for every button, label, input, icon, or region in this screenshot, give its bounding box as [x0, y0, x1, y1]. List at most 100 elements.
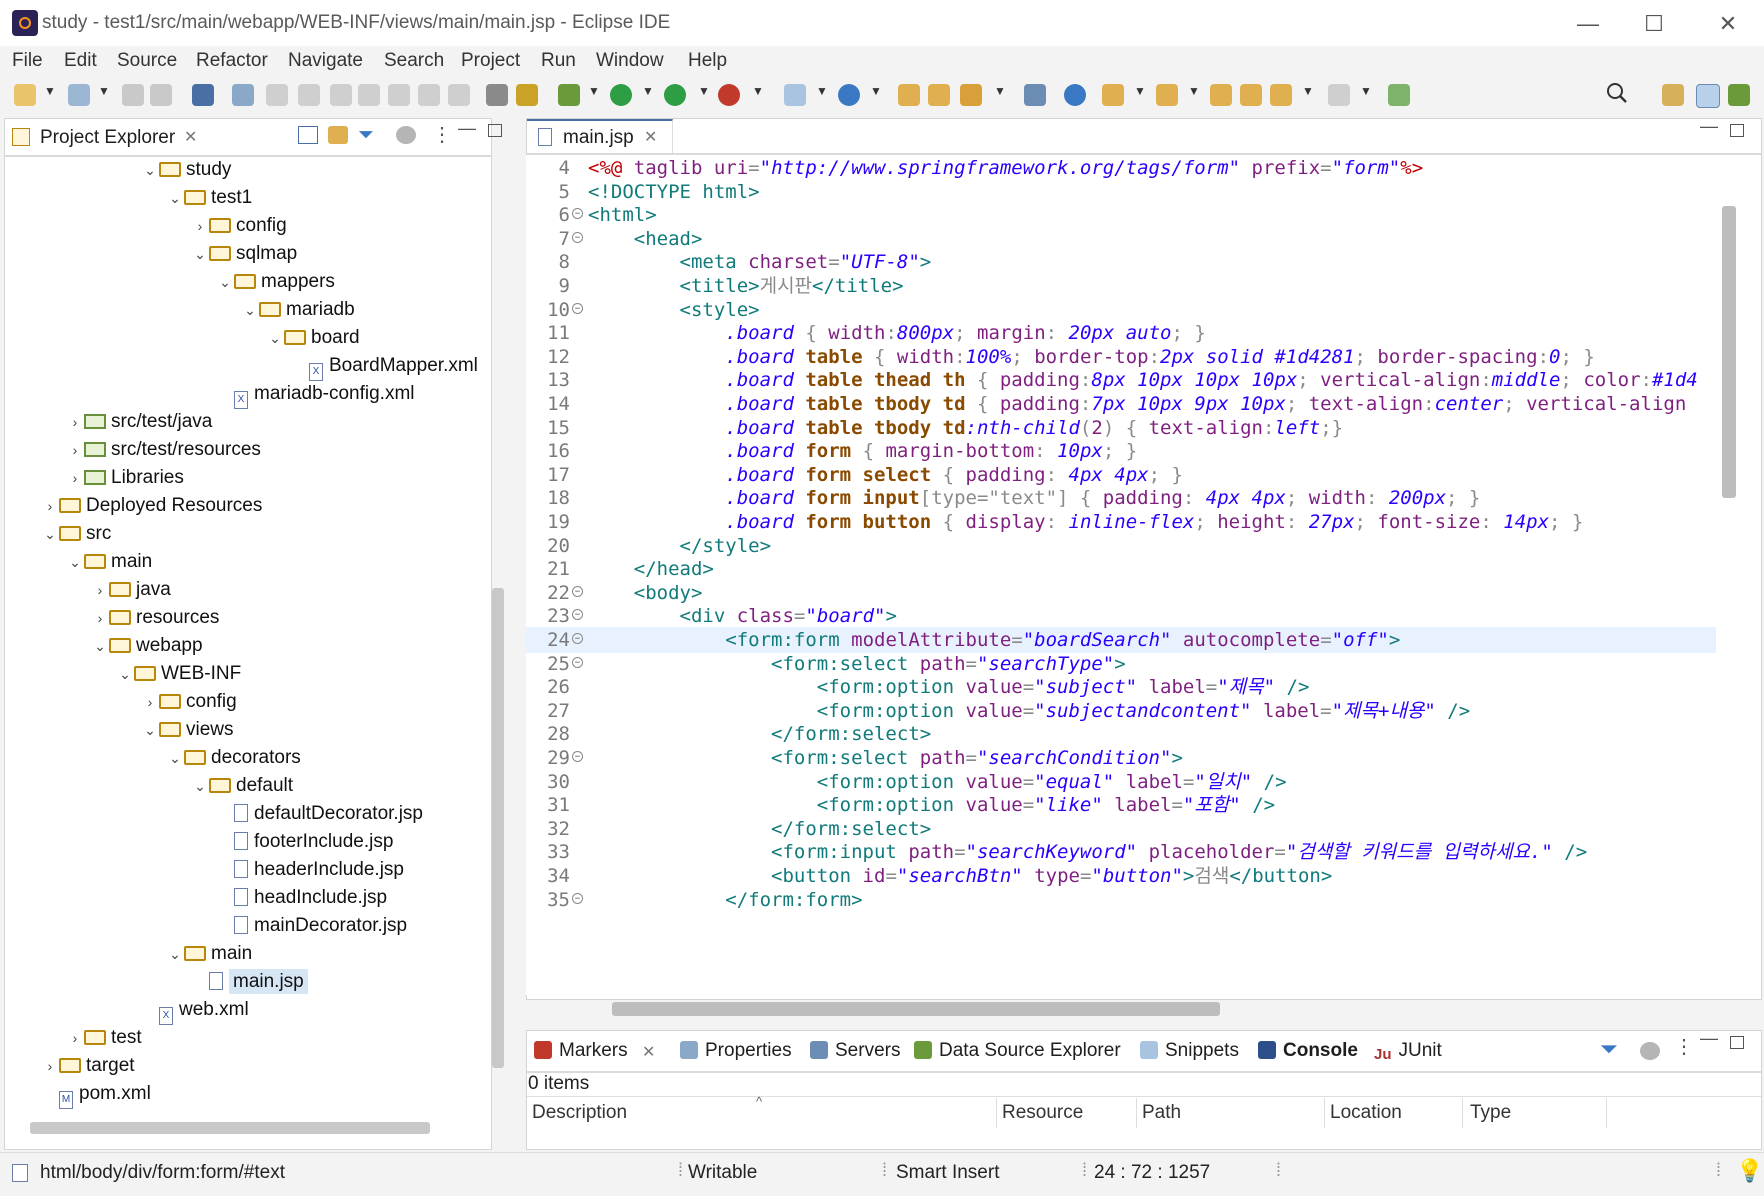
fold-toggle-icon[interactable]: − [572, 633, 583, 644]
perspective-debug-icon[interactable] [1728, 84, 1750, 106]
column-path[interactable]: Path [1142, 1102, 1181, 1124]
tree-item[interactable]: › Libraries [6, 464, 490, 492]
search-icon[interactable] [1606, 82, 1628, 104]
tree-item[interactable]: ⌄ study [6, 156, 490, 184]
chevron-down-icon[interactable]: ▼ [816, 84, 828, 98]
code-line[interactable]: 7− <head> [526, 226, 1716, 252]
code-line[interactable]: 12 .board table { width:100%; border-top… [526, 344, 1716, 370]
chevron-down-icon[interactable]: ▼ [1360, 84, 1372, 98]
terminal-icon[interactable] [192, 84, 214, 106]
tree-item[interactable]: headerInclude.jsp [6, 856, 490, 884]
save-icon[interactable] [122, 84, 144, 106]
fold-toggle-icon[interactable]: − [572, 751, 583, 762]
close-markers-tab-icon[interactable]: ✕ [642, 1042, 655, 1062]
code-line[interactable]: 15 .board table tbody td:nth-child(2) { … [526, 415, 1716, 441]
chevron-down-icon[interactable]: ▼ [1302, 84, 1314, 98]
tree-item[interactable]: ⌄ main [6, 548, 490, 576]
maximize-button[interactable]: ☐ [1626, 6, 1682, 42]
chevron-right-icon[interactable]: › [141, 688, 159, 716]
code-line[interactable]: 16 .board form { margin-bottom: 10px; } [526, 438, 1716, 464]
chevron-right-icon[interactable]: › [66, 408, 84, 436]
filter-icon[interactable]: ⏷ [1600, 1036, 1618, 1062]
tree-item[interactable]: ⌄ webapp [6, 632, 490, 660]
coverage-icon[interactable] [664, 84, 686, 106]
code-line[interactable]: 24− <form:form modelAttribute="boardSear… [526, 627, 1716, 653]
collapse-all-icon[interactable] [298, 126, 318, 144]
disconnect-icon[interactable] [358, 84, 380, 106]
open-type-icon[interactable] [898, 84, 920, 106]
code-line[interactable]: 9 <title>게시판</title> [526, 273, 1716, 299]
code-line[interactable]: 8 <meta charset="UTF-8"> [526, 249, 1716, 275]
tree-item[interactable]: mainDecorator.jsp [6, 912, 490, 940]
editor-horizontal-scrollbar[interactable] [612, 1002, 1220, 1016]
tree-item[interactable]: ⌄ decorators [6, 744, 490, 772]
chevron-down-icon[interactable]: ▼ [1134, 84, 1146, 98]
chevron-down-icon[interactable]: ▼ [588, 84, 600, 98]
code-line[interactable]: 27 <form:option value="subjectandcontent… [526, 698, 1716, 724]
step-return-icon[interactable] [448, 84, 470, 106]
tree-item[interactable]: › config [6, 688, 490, 716]
code-line[interactable]: 17 .board form select { padding: 4px 4px… [526, 462, 1716, 488]
code-line[interactable]: 26 <form:option value="subject" label="제… [526, 674, 1716, 700]
chevron-right-icon[interactable]: › [41, 1052, 59, 1080]
menu-navigate[interactable]: Navigate [288, 50, 363, 72]
menu-source[interactable]: Source [117, 50, 177, 72]
tree-item[interactable]: ⌄ src [6, 520, 490, 548]
chevron-down-icon[interactable]: ⌄ [66, 548, 84, 576]
terminate-icon[interactable] [330, 84, 352, 106]
menu-project[interactable]: Project [461, 50, 520, 72]
tip-lightbulb-icon[interactable]: 💡 [1736, 1158, 1763, 1184]
tree-vertical-scrollbar[interactable] [492, 588, 504, 1068]
tree-horizontal-scrollbar[interactable] [30, 1122, 430, 1134]
step-over-icon[interactable] [418, 84, 440, 106]
chevron-down-icon[interactable]: ⌄ [91, 632, 109, 660]
external-tools-icon[interactable] [718, 84, 740, 106]
chevron-down-icon[interactable]: ▼ [870, 84, 882, 98]
chevron-down-icon[interactable]: ⌄ [166, 184, 184, 212]
debug-icon[interactable] [558, 84, 580, 106]
chevron-down-icon[interactable]: ▼ [642, 84, 654, 98]
code-line[interactable]: 21 </head> [526, 556, 1716, 582]
close-editor-tab-icon[interactable]: ✕ [644, 127, 657, 147]
code-line[interactable]: 14 .board table tbody td { padding:7px 1… [526, 391, 1716, 417]
perspective-open-icon[interactable] [1662, 84, 1684, 106]
chevron-down-icon[interactable]: ⌄ [241, 296, 259, 324]
code-line[interactable]: 10− <style> [526, 297, 1716, 323]
chevron-down-icon[interactable]: ⌄ [41, 520, 59, 548]
globe-icon[interactable] [1064, 84, 1086, 106]
chevron-down-icon[interactable]: ⌄ [166, 744, 184, 772]
tree-item[interactable]: ⌄ default [6, 772, 490, 800]
chevron-down-icon[interactable]: ▼ [98, 84, 110, 98]
code-line[interactable]: 22− <body> [526, 580, 1716, 606]
code-line[interactable]: 19 .board form button { display: inline-… [526, 509, 1716, 535]
fold-toggle-icon[interactable]: − [572, 302, 583, 314]
minimize-view-icon[interactable]: — [458, 118, 476, 139]
chevron-right-icon[interactable]: › [66, 1024, 84, 1052]
tree-item[interactable]: › test [6, 1024, 490, 1052]
forward-icon[interactable] [1328, 84, 1350, 106]
project-explorer-tab[interactable]: Project Explorer [40, 127, 175, 149]
last-edit-icon[interactable] [1210, 84, 1232, 106]
code-line[interactable]: 13 .board table thead th { padding:8px 1… [526, 367, 1716, 393]
code-line[interactable]: 28 </form:select> [526, 721, 1716, 747]
step-into-icon[interactable] [388, 84, 410, 106]
tree-item[interactable]: › Deployed Resources [6, 492, 490, 520]
code-line[interactable]: 20 </style> [526, 533, 1716, 559]
menu-edit[interactable]: Edit [64, 50, 97, 72]
run-icon[interactable] [610, 84, 632, 106]
console-tab[interactable]: Console [1258, 1040, 1358, 1062]
deploy-icon[interactable] [1024, 84, 1046, 106]
tree-item[interactable]: Xweb.xml [6, 996, 490, 1025]
back-icon[interactable] [1270, 84, 1292, 106]
chevron-down-icon[interactable]: ▼ [698, 84, 710, 98]
tree-item[interactable]: ⌄ mappers [6, 268, 490, 296]
editor-vertical-scrollbar[interactable] [1722, 206, 1736, 498]
code-line[interactable]: 34 <button id="searchBtn" type="button">… [526, 863, 1716, 889]
editor-tab-label[interactable]: main.jsp [563, 127, 634, 149]
fold-toggle-icon[interactable]: − [572, 609, 583, 621]
code-line[interactable]: 29− <form:select path="searchCondition"> [526, 745, 1716, 771]
back-history-icon[interactable] [1240, 84, 1262, 106]
code-line[interactable]: 11 .board { width:800px; margin: 20px au… [526, 320, 1716, 346]
code-area[interactable]: 4 <%@ taglib uri="http://www.springframew… [526, 155, 1716, 995]
tree-item[interactable]: › target [6, 1052, 490, 1080]
